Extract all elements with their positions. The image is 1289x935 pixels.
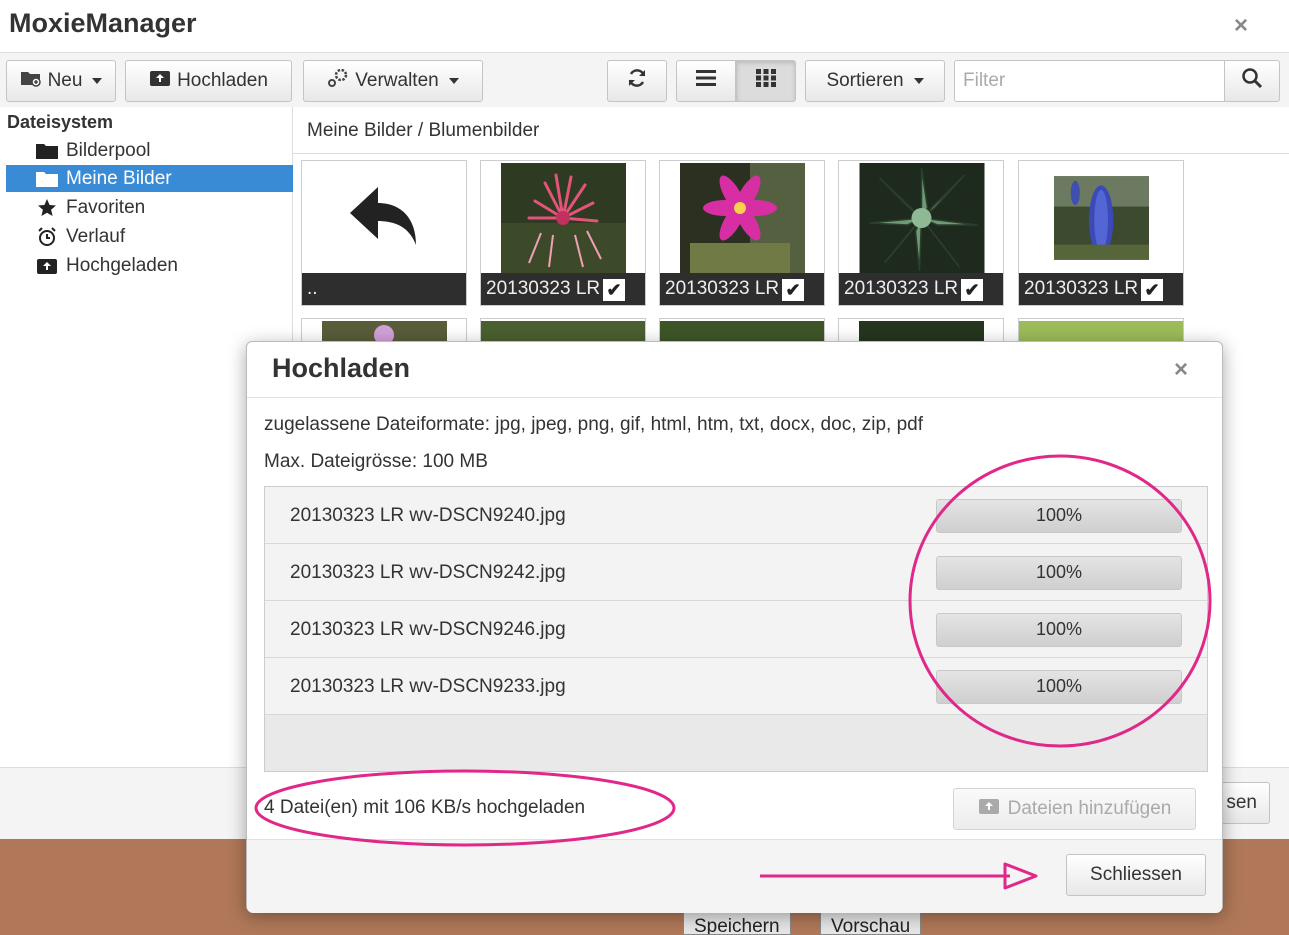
upload-icon: [149, 69, 171, 93]
window-close-icon[interactable]: ×: [1234, 12, 1248, 40]
dialog-title: Hochladen: [272, 353, 411, 383]
sort-button-label: Sortieren: [826, 70, 904, 91]
close-button[interactable]: Schliessen: [1066, 854, 1206, 896]
filter-input[interactable]: [954, 60, 1224, 102]
tile-label: ..: [302, 273, 466, 305]
progress-label: 100%: [1035, 562, 1083, 582]
save-button[interactable]: Speichern: [683, 911, 791, 935]
checkbox-checked-icon[interactable]: ✔: [782, 279, 804, 301]
sidebar-item-label: Bilderpool: [66, 139, 151, 161]
breadcrumb[interactable]: Meine Bilder / Blumenbilder: [293, 107, 1289, 154]
alarm-clock-icon: [36, 226, 58, 247]
search-icon: [1241, 67, 1263, 95]
new-button-label: Neu: [47, 70, 83, 91]
progress-bar: 100%: [936, 556, 1182, 590]
file-name: 20130323 LR wv-DSCN9233.jpg: [290, 676, 566, 697]
checkbox-checked-icon[interactable]: ✔: [961, 279, 983, 301]
image-tile[interactable]: 20130323 LR ✔: [838, 160, 1004, 306]
sidebar-item-bilderpool[interactable]: Bilderpool: [6, 137, 293, 164]
file-name: 20130323 LR wv-DSCN9240.jpg: [290, 505, 566, 526]
progress-label: 100%: [1035, 619, 1083, 639]
progress-label: 100%: [1035, 676, 1083, 696]
app-title: MoxieManager: [9, 8, 197, 38]
upload-status-text: 4 Datei(en) mit 106 KB/s hochgeladen: [264, 797, 586, 818]
chevron-down-icon: [92, 78, 103, 84]
progress-bar: 100%: [936, 670, 1182, 704]
checkbox-checked-icon[interactable]: ✔: [603, 279, 625, 301]
red-spiky-flower-thumbnail: [501, 163, 626, 273]
magenta-cactus-flower-thumbnail: [680, 163, 805, 273]
parent-folder-tile[interactable]: ..: [301, 160, 467, 306]
add-files-button[interactable]: Dateien hinzufügen: [953, 788, 1196, 830]
sidebar-item-label: Favoriten: [66, 196, 146, 218]
title-bar: MoxieManager ×: [0, 0, 1289, 52]
sidebar-title: Dateisystem: [7, 112, 114, 132]
toolbar: Neu Hochladen Verwalten Sortieren: [0, 52, 1289, 107]
upload-button-label: Hochladen: [177, 70, 268, 91]
file-name: 20130323 LR wv-DSCN9246.jpg: [290, 619, 566, 640]
preview-button[interactable]: Vorschau: [820, 911, 922, 935]
new-folder-icon: [20, 69, 42, 93]
dialog-close-icon[interactable]: ×: [1174, 356, 1188, 384]
upload-box-icon: [36, 257, 58, 275]
sidebar-item-meine-bilder[interactable]: Meine Bilder: [6, 165, 293, 192]
checkbox-checked-icon[interactable]: ✔: [1141, 279, 1163, 301]
back-arrow-icon: [346, 181, 422, 262]
file-name: 20130323 LR wv-DSCN9242.jpg: [290, 562, 566, 583]
image-tile[interactable]: 20130323 LR ✔: [1018, 160, 1184, 306]
allowed-formats-text: zugelassene Dateiformate: jpg, jpeg, png…: [264, 414, 924, 435]
add-files-label: Dateien hinzufügen: [1007, 798, 1172, 819]
sidebar-item-hochgeladen[interactable]: Hochgeladen: [6, 252, 293, 279]
star-icon: [36, 198, 58, 218]
upload-file-row: 20130323 LR wv-DSCN9246.jpg 100%: [265, 601, 1207, 658]
gears-icon: [327, 68, 349, 94]
upload-button[interactable]: Hochladen: [125, 60, 292, 102]
manage-button-label: Verwalten: [355, 70, 439, 91]
progress-label: 100%: [1035, 505, 1083, 525]
max-size-text: Max. Dateigrösse: 100 MB: [264, 451, 488, 472]
upload-dialog: Hochladen × zugelassene Dateiformate: jp…: [246, 341, 1223, 913]
upload-file-row: 20130323 LR wv-DSCN9233.jpg 100%: [265, 658, 1207, 715]
chevron-down-icon: [913, 78, 924, 84]
sidebar-item-label: Meine Bilder: [66, 167, 172, 189]
folder-icon: [36, 143, 58, 159]
search-button[interactable]: [1224, 60, 1280, 102]
upload-file-list: 20130323 LR wv-DSCN9240.jpg 100% 2013032…: [264, 486, 1208, 772]
upload-file-row: 20130323 LR wv-DSCN9240.jpg 100%: [265, 487, 1207, 544]
image-tile[interactable]: 20130323 LR ✔: [659, 160, 825, 306]
refresh-icon: [626, 67, 648, 95]
grid-view-icon: [755, 68, 777, 94]
manage-button[interactable]: Verwalten: [303, 60, 483, 102]
new-button[interactable]: Neu: [6, 60, 116, 102]
image-tile[interactable]: 20130323 LR ✔: [480, 160, 646, 306]
list-view-icon: [695, 69, 717, 93]
list-view-button[interactable]: [676, 60, 736, 102]
sidebar-item-verlauf[interactable]: Verlauf: [6, 223, 293, 250]
upload-icon: [978, 797, 1000, 821]
progress-bar: 100%: [936, 499, 1182, 533]
blue-flower-spike-thumbnail: [1054, 176, 1149, 260]
upload-file-row: 20130323 LR wv-DSCN9242.jpg 100%: [265, 544, 1207, 601]
dialog-footer: Schliessen: [247, 839, 1222, 913]
sort-button[interactable]: Sortieren: [805, 60, 945, 102]
dialog-header: Hochladen ×: [247, 342, 1222, 398]
chevron-down-icon: [448, 78, 459, 84]
sidebar-item-label: Verlauf: [66, 225, 126, 247]
sidebar-item-label: Hochgeladen: [66, 254, 178, 276]
refresh-button[interactable]: [607, 60, 667, 102]
progress-bar: 100%: [936, 613, 1182, 647]
green-succulent-rosette-thumbnail: [859, 163, 985, 273]
sidebar-item-favoriten[interactable]: Favoriten: [6, 194, 293, 221]
grid-view-button[interactable]: [736, 60, 796, 102]
folder-icon: [36, 171, 58, 187]
